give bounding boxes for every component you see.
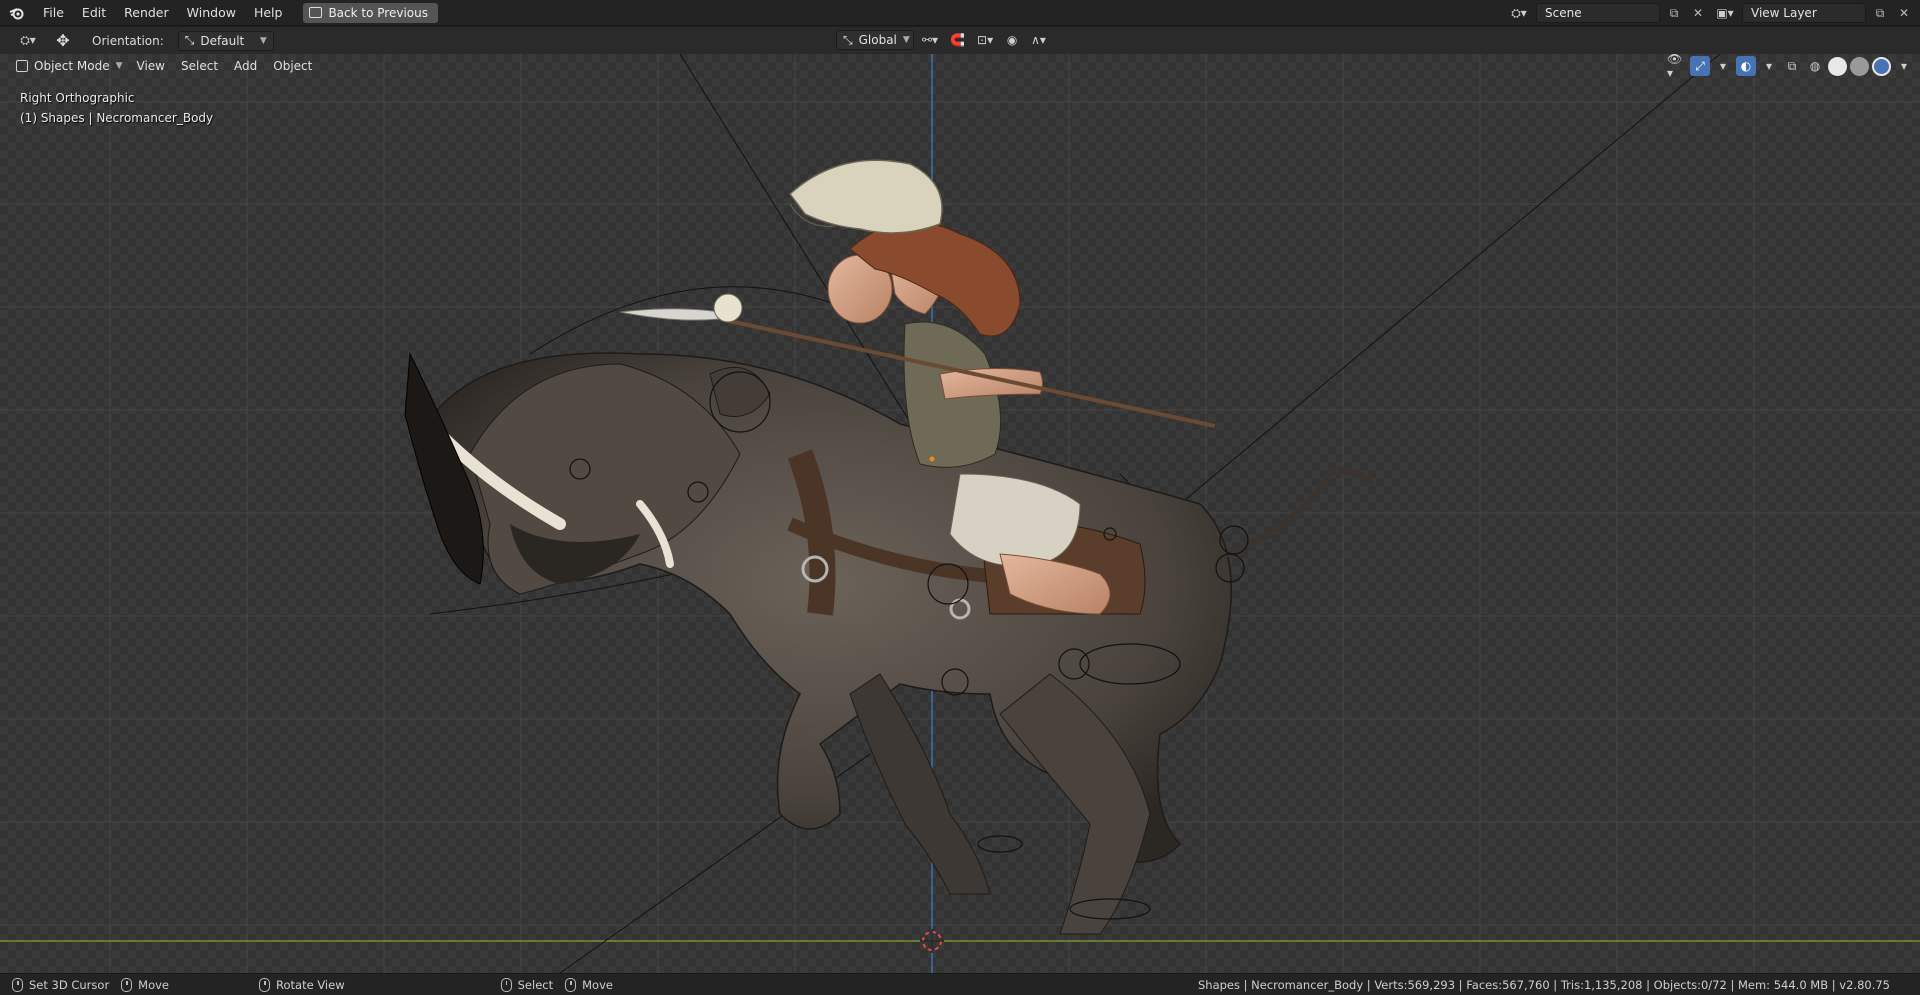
snap-target-icon[interactable]: ⊡▾ [973, 30, 997, 50]
new-view-layer-icon[interactable]: ⧉ [1870, 3, 1890, 23]
back-to-previous-label: Back to Previous [328, 5, 428, 20]
chevron-down-icon: ▼ [902, 35, 910, 45]
viewport-scene [0, 54, 1920, 973]
status-bar: Set 3D Cursor Move Rotate View Select Mo… [0, 973, 1920, 995]
hint-set-cursor-label: Set 3D Cursor [29, 977, 110, 992]
active-object-label: (1) Shapes | Necromancer_Body [20, 111, 214, 125]
view-layer-icon[interactable]: ▣▾ [1712, 3, 1738, 23]
back-to-previous-icon [309, 7, 323, 18]
3d-cursor-icon [920, 929, 944, 953]
menu-help[interactable]: Help [245, 0, 292, 26]
chevron-down-icon: ▼ [259, 35, 267, 46]
transform-space-value: Global [858, 33, 897, 47]
new-scene-icon[interactable]: ⧉ [1664, 3, 1684, 23]
view-name-label: Right Orthographic [20, 91, 135, 105]
hint-select: Select [500, 977, 554, 992]
pivot-point-icon[interactable]: ⚯▾ [918, 30, 942, 50]
material-shading-icon[interactable] [1850, 56, 1869, 76]
object-mode-label: Object Mode [34, 59, 110, 73]
xray-icon[interactable]: ⧉ [1782, 56, 1802, 76]
visibility-icon[interactable]: 👁▾ [1667, 52, 1687, 80]
view-layer-field[interactable]: View Layer [1742, 3, 1866, 23]
menu-render[interactable]: Render [115, 0, 178, 26]
delete-scene-icon[interactable]: ✕ [1688, 3, 1708, 23]
proportional-edit-icon[interactable]: ◉ [1001, 30, 1023, 50]
hint-rotate: Rotate View [259, 977, 345, 992]
mouse-icon [259, 977, 271, 992]
3d-viewport[interactable]: Right Orthographic (1) Shapes | Necroman… [0, 54, 1920, 973]
hint-rotate-label: Rotate View [276, 977, 345, 992]
delete-view-layer-icon[interactable]: ✕ [1894, 3, 1914, 23]
viewport-menu-select[interactable]: Select [173, 59, 226, 73]
menu-edit[interactable]: Edit [73, 0, 115, 26]
overlay-dropdown-icon[interactable]: ▾ [1759, 56, 1779, 76]
boar-model [404, 352, 1374, 935]
object-mode-icon [16, 60, 28, 72]
scene-name-field[interactable]: Scene [1536, 3, 1660, 23]
viewport-menu-object[interactable]: Object [265, 59, 320, 73]
hint-set-cursor: Set 3D Cursor [12, 977, 110, 992]
scene-statistics: Shapes | Necromancer_Body | Verts:569,29… [1197, 978, 1890, 992]
gizmo-icon[interactable]: ⤢ [1690, 56, 1710, 76]
overlay-icon[interactable]: ◐ [1736, 56, 1756, 76]
falloff-icon[interactable]: ∧▾ [1027, 30, 1050, 50]
global-icon: ⤡ [843, 32, 853, 47]
transform-tools: ⤡ Global ▼ ⚯▾ 🧲 ⊡▾ ◉ ∧▾ [836, 30, 1050, 50]
transform-orientation-dropdown[interactable]: ⤡ Global ▼ [836, 30, 914, 50]
viewport-display-controls: 👁▾ ⤢ ▾ ◐ ▾ ⧉ ◍ ▾ [1667, 52, 1914, 80]
solid-shading-icon[interactable] [1828, 56, 1847, 76]
hint-move-2-label: Move [582, 977, 613, 992]
chevron-down-icon: ▼ [115, 61, 123, 71]
tool-settings-header: ⛭▾ ✥ Orientation: ⤡ Default ▼ ⤡ Global ▼… [0, 27, 1920, 54]
hint-move-2: Move [565, 977, 613, 992]
tool-selector-icon[interactable]: ⛭▾ [8, 30, 48, 52]
scene-controls: ⛭▾ Scene ⧉ ✕ ▣▾ View Layer ⧉ ✕ [1506, 0, 1920, 26]
blender-logo-icon[interactable] [0, 0, 34, 26]
scene-icon[interactable]: ⛭▾ [1506, 3, 1532, 23]
back-to-previous-button[interactable]: Back to Previous [303, 2, 438, 23]
hint-select-label: Select [517, 977, 554, 992]
hint-move-label: Move [138, 977, 170, 992]
viewport-info: Right Orthographic (1) Shapes | Necroman… [20, 88, 213, 128]
object-origin-dot [929, 456, 935, 462]
wireframe-shading-icon[interactable]: ◍ [1805, 56, 1825, 76]
viewport-header: Object Mode ▼ View Select Add Object 👁▾ … [0, 52, 1920, 80]
hint-move: Move [121, 977, 170, 992]
shading-dropdown-icon[interactable]: ▾ [1894, 56, 1914, 76]
snap-icon[interactable]: 🧲 [946, 30, 969, 50]
mouse-icon [565, 977, 577, 992]
mouse-icon [500, 977, 512, 992]
orientation-label: Orientation: [92, 33, 164, 48]
mouse-icon [12, 977, 23, 992]
menu-file[interactable]: File [34, 0, 73, 26]
orientation-dropdown[interactable]: ⤡ Default ▼ [177, 30, 274, 51]
mouse-icon [121, 977, 133, 992]
top-menu-bar: File Edit Render Window Help Back to Pre… [0, 0, 1920, 26]
orientation-value: Default [200, 33, 245, 48]
rendered-shading-icon[interactable] [1872, 56, 1891, 76]
menu-window[interactable]: Window [178, 0, 245, 26]
gizmo-dropdown-icon[interactable]: ▾ [1713, 56, 1733, 76]
viewport-menu-view[interactable]: View [129, 59, 173, 73]
orientation-icon: ⤡ [184, 33, 195, 47]
move-tool-icon[interactable]: ✥ [48, 30, 78, 52]
viewport-menu-add[interactable]: Add [226, 59, 265, 73]
object-mode-dropdown[interactable]: Object Mode ▼ [10, 56, 129, 76]
